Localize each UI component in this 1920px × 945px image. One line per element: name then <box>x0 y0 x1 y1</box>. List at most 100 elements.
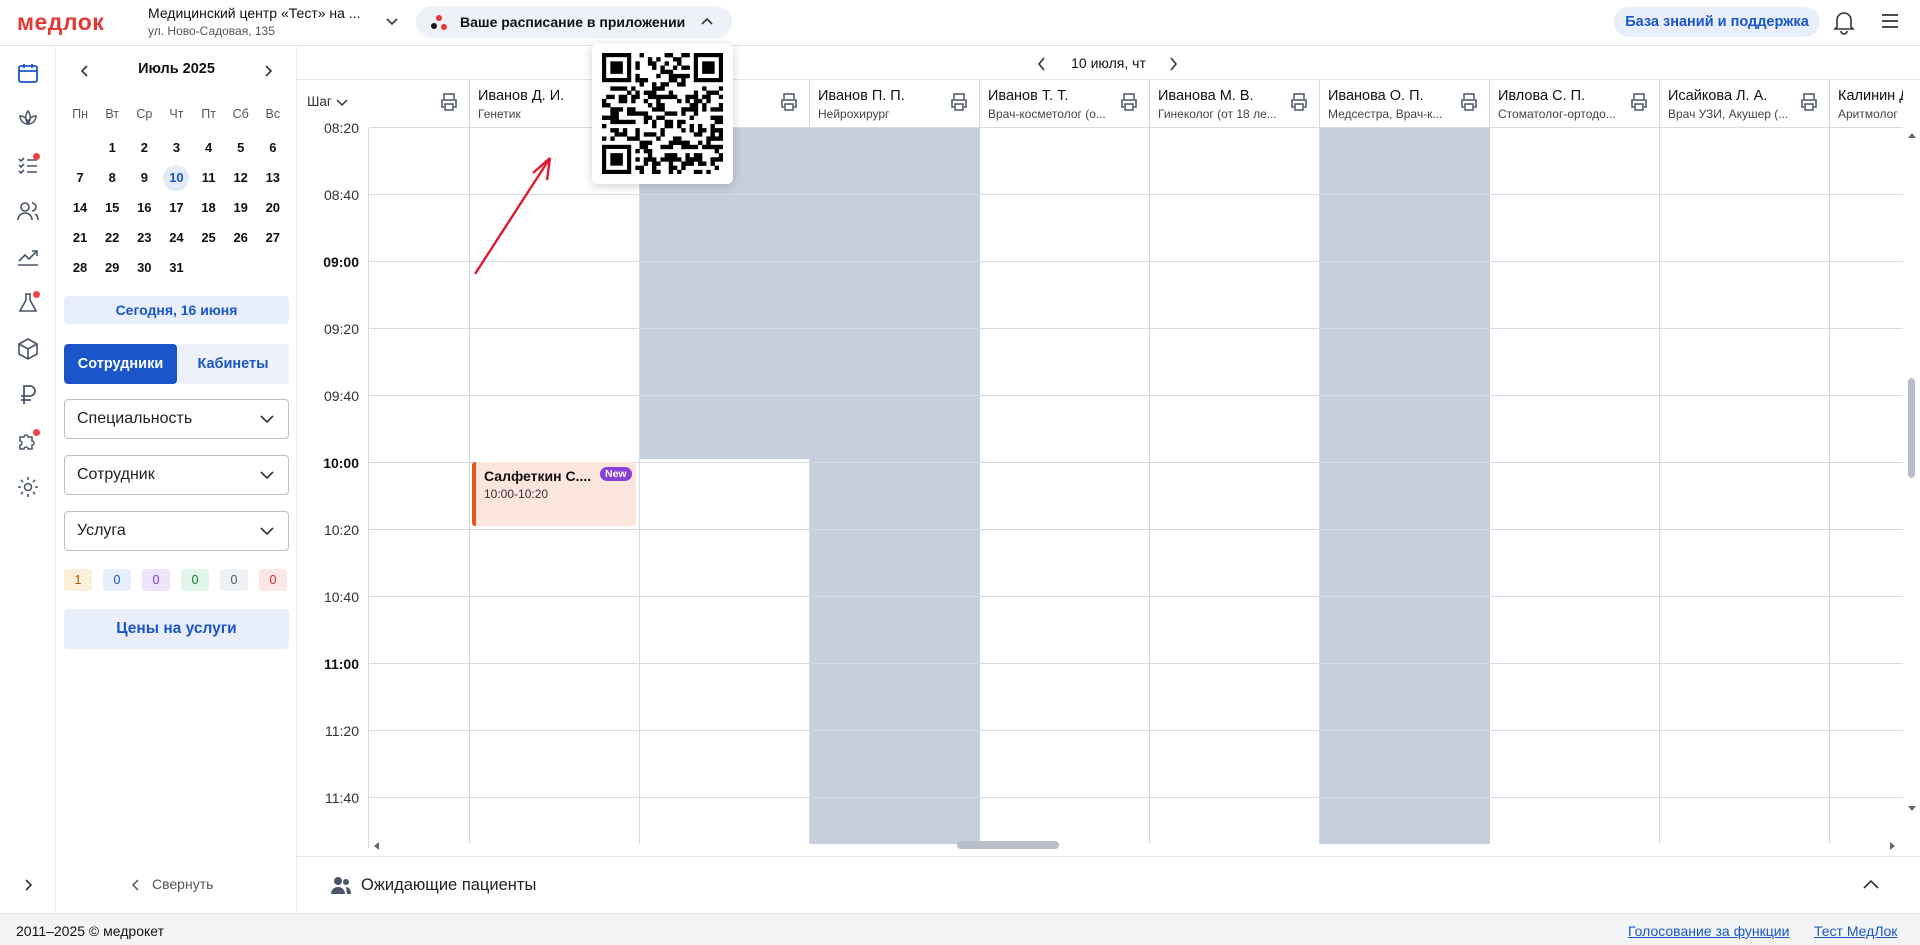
calendar-day[interactable]: 18 <box>193 193 225 223</box>
calendar-day[interactable]: 10 <box>160 163 192 193</box>
lotus-icon[interactable] <box>16 107 40 131</box>
calendar-day[interactable]: 26 <box>225 223 257 253</box>
chevron-right-icon[interactable] <box>261 64 275 78</box>
employee-select[interactable]: Сотрудник <box>64 455 289 495</box>
service-select[interactable]: Услуга <box>64 511 289 551</box>
calendar-day[interactable]: 16 <box>128 193 160 223</box>
calendar-day[interactable]: 31 <box>160 253 192 283</box>
waiting-patients-panel[interactable]: Ожидающие пациенты <box>297 856 1920 913</box>
users-icon[interactable] <box>16 199 40 223</box>
staff-column-header[interactable]: Ивлова С. П. Стоматолог-ортодо... <box>1490 80 1660 127</box>
horizontal-scrollbar[interactable] <box>369 838 1903 852</box>
calendar-day[interactable]: 11 <box>193 163 225 193</box>
staff-column[interactable] <box>1660 128 1830 844</box>
calendar-day[interactable]: 9 <box>128 163 160 193</box>
test-medlok-link[interactable]: Тест МедЛок <box>1814 923 1897 939</box>
calendar-day[interactable]: 28 <box>64 253 96 283</box>
printer-icon[interactable] <box>439 92 459 112</box>
calendar-day[interactable]: 30 <box>128 253 160 283</box>
menu-icon[interactable] <box>1880 11 1900 31</box>
scroll-right-icon[interactable] <box>1890 842 1896 850</box>
staff-column[interactable] <box>1830 128 1903 844</box>
gear-icon[interactable] <box>16 475 40 499</box>
calendar-day[interactable]: 13 <box>257 163 289 193</box>
clinic-selector[interactable]: Медицинский центр «Тест» на ... ул. Ново… <box>148 5 383 38</box>
counter-badge[interactable]: 0 <box>142 569 170 591</box>
logo[interactable]: медлок <box>17 9 104 36</box>
vertical-scrollbar[interactable] <box>1904 128 1920 844</box>
calendar-day[interactable]: 19 <box>225 193 257 223</box>
calendar-day[interactable]: 21 <box>64 223 96 253</box>
calendar-day[interactable]: 27 <box>257 223 289 253</box>
lab-nav[interactable] <box>16 291 40 315</box>
help-button[interactable]: База знаний и поддержка <box>1614 7 1820 37</box>
printer-icon[interactable] <box>1459 92 1479 112</box>
calendar-day[interactable]: 2 <box>128 133 160 163</box>
calendar-day[interactable]: 3 <box>160 133 192 163</box>
current-date[interactable]: 10 июля, чт <box>297 55 1920 71</box>
calendar-day[interactable]: 6 <box>257 133 289 163</box>
calendar-day[interactable]: 4 <box>193 133 225 163</box>
chevron-left-icon[interactable] <box>78 64 92 78</box>
bell-icon[interactable] <box>1832 9 1856 35</box>
printer-icon[interactable] <box>949 92 969 112</box>
chevron-down-icon[interactable] <box>384 14 400 30</box>
calendar-day[interactable]: 14 <box>64 193 96 223</box>
calendar-icon[interactable] <box>16 61 40 85</box>
staff-column-header[interactable]: Исайкова Л. А. Врач УЗИ, Акушер (... <box>1660 80 1830 127</box>
printer-icon[interactable] <box>1289 92 1309 112</box>
integrations-nav[interactable] <box>16 429 40 453</box>
calendar-day[interactable]: 12 <box>225 163 257 193</box>
calendar-day[interactable]: 5 <box>225 133 257 163</box>
service-prices-button[interactable]: Цены на услуги <box>64 609 289 649</box>
staff-column[interactable] <box>1150 128 1320 844</box>
staff-column-header[interactable]: Калинин Д. Аритмолог <box>1830 80 1903 127</box>
calendar-day[interactable]: 24 <box>160 223 192 253</box>
staff-column-header[interactable]: А. И.Медсестра <box>369 80 470 127</box>
calendar-day[interactable]: 15 <box>96 193 128 223</box>
step-selector[interactable]: Шаг <box>307 94 348 109</box>
scroll-down-icon[interactable] <box>1908 806 1916 812</box>
scroll-up-icon[interactable] <box>1908 132 1916 138</box>
counter-badge[interactable]: 1 <box>64 569 92 591</box>
printer-icon[interactable] <box>1119 92 1139 112</box>
ruble-icon[interactable] <box>16 383 40 407</box>
chevron-right-icon[interactable] <box>1167 57 1179 71</box>
tab-staff[interactable]: Сотрудники <box>64 344 177 384</box>
scroll-thumb[interactable] <box>1908 378 1915 478</box>
scroll-left-icon[interactable] <box>373 842 379 850</box>
staff-column-header[interactable]: Иванова М. В. Гинеколог (от 18 ле... <box>1150 80 1320 127</box>
vote-link[interactable]: Голосование за функции <box>1628 923 1789 939</box>
staff-column[interactable] <box>369 128 470 844</box>
scroll-thumb[interactable] <box>957 841 1059 849</box>
calendar-day[interactable]: 1 <box>96 133 128 163</box>
calendar-day[interactable]: 17 <box>160 193 192 223</box>
chevron-right-icon[interactable] <box>20 877 36 893</box>
box-icon[interactable] <box>16 337 40 361</box>
staff-column-header[interactable]: Иванова О. П. Медсестра, Врач-к... <box>1320 80 1490 127</box>
today-button[interactable]: Сегодня, 16 июня <box>64 296 289 324</box>
appointment-card[interactable]: Салфеткин С.... 10:00-10:20 New <box>472 462 636 526</box>
analytics-icon[interactable] <box>16 245 40 269</box>
counter-badge[interactable]: 0 <box>181 569 209 591</box>
printer-icon[interactable] <box>1629 92 1649 112</box>
calendar-day[interactable]: 8 <box>96 163 128 193</box>
calendar-day[interactable]: 23 <box>128 223 160 253</box>
calendar-day[interactable]: 20 <box>257 193 289 223</box>
chevron-up-icon[interactable] <box>1863 878 1879 890</box>
collapse-button[interactable]: Свернуть <box>130 876 250 892</box>
calendar-day[interactable]: 7 <box>64 163 96 193</box>
calendar-day[interactable]: 22 <box>96 223 128 253</box>
staff-column[interactable] <box>1490 128 1660 844</box>
counter-badge[interactable]: 0 <box>220 569 248 591</box>
calendar-day[interactable]: 29 <box>96 253 128 283</box>
tab-rooms[interactable]: Кабинеты <box>177 344 289 384</box>
staff-column-header[interactable]: Иванов П. П. Нейрохирург <box>810 80 980 127</box>
printer-icon[interactable] <box>1799 92 1819 112</box>
counter-badge[interactable]: 0 <box>103 569 131 591</box>
staff-column[interactable] <box>980 128 1150 844</box>
calendar-day[interactable]: 25 <box>193 223 225 253</box>
staff-column-header[interactable]: Иванов Т. Т. Врач-косметолог (о... <box>980 80 1150 127</box>
specialty-select[interactable]: Специальность <box>64 399 289 439</box>
counter-badge[interactable]: 0 <box>259 569 287 591</box>
